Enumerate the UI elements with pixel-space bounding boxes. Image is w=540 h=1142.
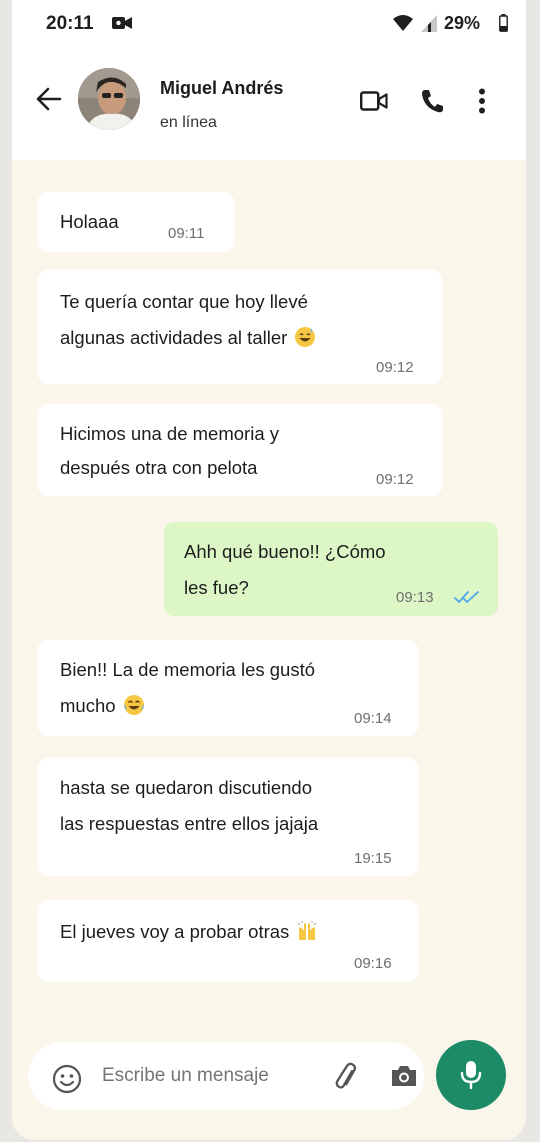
contact-avatar[interactable] — [78, 68, 140, 130]
message-text: El jueves voy a probar otras — [60, 921, 290, 942]
attach-icon[interactable] — [334, 1062, 360, 1092]
message-text: Holaaa — [60, 211, 119, 232]
message-composer — [28, 1042, 424, 1110]
contact-name[interactable]: Miguel Andrés — [160, 78, 283, 99]
phone-screen: 20:11 29% Miguel Andrés en línea Holaaa … — [12, 0, 526, 1140]
message-text-line-2: mucho — [60, 695, 116, 716]
message-text-line-2: algunas actividades al taller — [60, 327, 288, 348]
message-time: 19:15 — [354, 850, 392, 867]
message-text-line: las respuestas entre ellos jajaja — [60, 813, 319, 834]
phone-call-icon[interactable] — [420, 88, 444, 114]
message-text-line: Te quería contar que hoy llevé — [60, 291, 308, 312]
message-bubble-incoming[interactable]: Te quería contar que hoy llevé algunas a… — [38, 270, 442, 384]
message-bubble-incoming[interactable]: hasta se quedaron discutiendo las respue… — [38, 758, 418, 876]
raising-hands-emoji-icon — [298, 921, 317, 940]
message-bubble-outgoing[interactable]: Ahh qué bueno!! ¿Cómo les fue? 09:13 — [164, 522, 498, 616]
message-text-line: les fue? — [184, 577, 249, 598]
more-options-icon[interactable] — [478, 88, 486, 114]
emoji-picker-icon[interactable] — [52, 1064, 82, 1094]
signal-icon — [421, 15, 437, 32]
message-time: 09:12 — [376, 471, 414, 488]
message-time: 09:16 — [354, 955, 392, 972]
battery-icon — [499, 14, 508, 32]
grinning-sweat-emoji-icon — [295, 327, 316, 347]
message-bubble-incoming[interactable]: Hicimos una de memoria y después otra co… — [38, 404, 442, 496]
message-bubble-incoming[interactable]: Holaaa 09:11 — [38, 192, 234, 252]
camera-icon[interactable] — [390, 1064, 418, 1088]
tears-of-joy-emoji-icon — [123, 695, 144, 715]
message-text-line: El jueves voy a probar otras — [60, 914, 318, 950]
avatar-photo-icon — [78, 68, 140, 130]
message-text-line: Bien!! La de memoria les gustó — [60, 659, 316, 680]
message-text-line: después otra con pelota — [60, 457, 258, 478]
chat-header: Miguel Andrés en línea — [12, 48, 526, 160]
message-bubble-incoming[interactable]: El jueves voy a probar otras 09:16 — [38, 900, 418, 982]
status-time: 20:11 — [46, 13, 94, 34]
read-receipt-icon — [454, 591, 479, 603]
message-time: 09:11 — [168, 225, 205, 242]
voice-message-button[interactable] — [436, 1040, 506, 1110]
message-text-line: algunas actividades al taller — [60, 320, 316, 356]
message-time: 09:14 — [354, 710, 392, 727]
message-text-line: mucho — [60, 688, 145, 724]
message-text-line: Ahh qué bueno!! ¿Cómo — [184, 541, 386, 562]
status-bar: 20:11 29% — [12, 0, 526, 48]
message-text-line: hasta se quedaron discutiendo — [60, 777, 312, 798]
message-time: 09:12 — [376, 359, 414, 376]
message-time: 09:13 — [396, 589, 434, 606]
video-call-icon[interactable] — [360, 90, 388, 112]
message-input[interactable] — [102, 1065, 302, 1087]
presence-status: en línea — [160, 114, 217, 131]
message-bubble-incoming[interactable]: Bien!! La de memoria les gustó mucho 09:… — [38, 640, 418, 736]
back-arrow-icon[interactable] — [36, 86, 62, 112]
wifi-icon — [393, 15, 413, 31]
screen-record-icon — [112, 17, 132, 29]
microphone-icon — [460, 1061, 482, 1090]
message-text-line: Hicimos una de memoria y — [60, 423, 279, 444]
battery-percentage: 29% — [444, 13, 481, 33]
